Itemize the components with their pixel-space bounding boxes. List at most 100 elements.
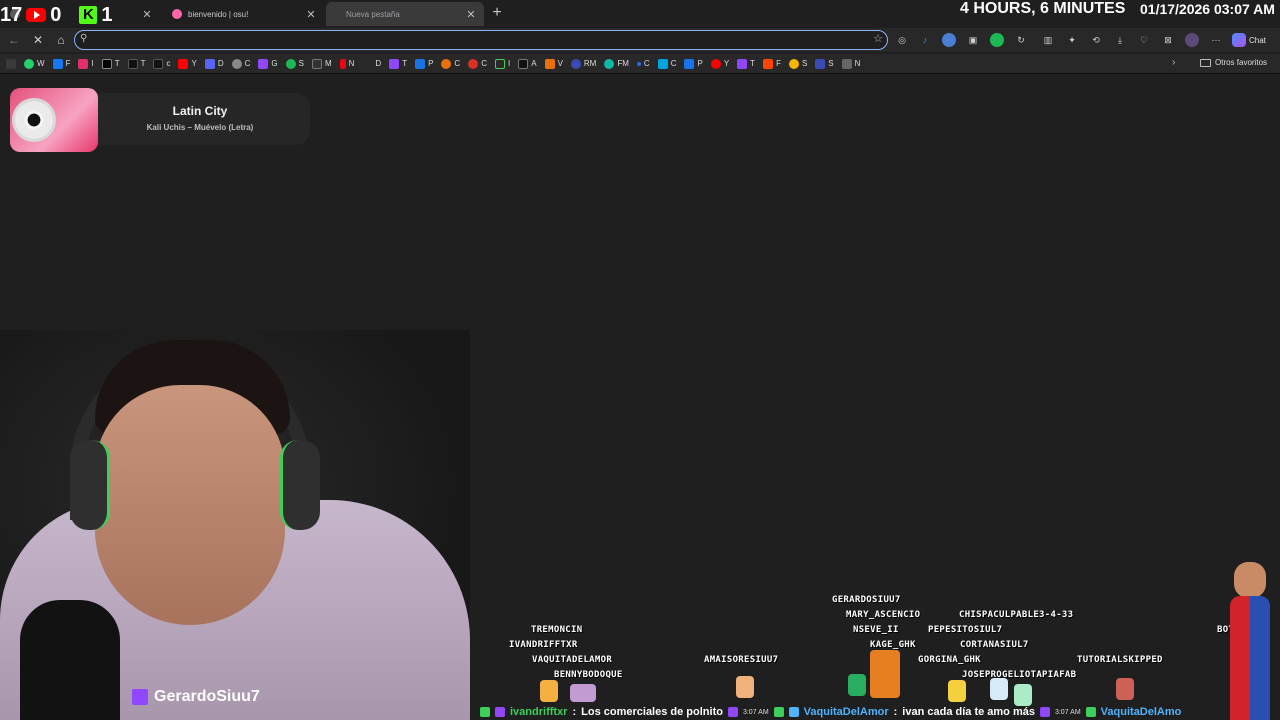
bookmark-icon: [178, 58, 189, 69]
avatar-sprite: [736, 676, 754, 698]
bookmark-item[interactable]: T: [389, 58, 407, 69]
bookmark-icon: [204, 58, 215, 69]
tab-title: Nueva pestaña: [346, 9, 400, 19]
back-arrow-icon[interactable]: ←: [6, 32, 22, 48]
twitch-icon: [132, 689, 148, 705]
bookmark-item[interactable]: A: [518, 58, 537, 69]
bookmark-item[interactable]: D: [362, 58, 381, 69]
other-bookmarks-folder[interactable]: Otros favoritos: [1200, 58, 1267, 67]
close-icon[interactable]: ✕: [464, 8, 478, 21]
bookmark-item[interactable]: C: [441, 58, 460, 69]
chat-button[interactable]: Chat: [1232, 31, 1266, 49]
bookmark-item[interactable]: S: [285, 58, 304, 69]
tab-new-tab[interactable]: Nueva pestaña ✕: [326, 2, 484, 26]
new-tab-button[interactable]: +: [488, 5, 506, 23]
bookmark-icon: [788, 58, 799, 69]
close-icon[interactable]: ✕: [304, 8, 318, 21]
bookmark-icon: [258, 58, 269, 69]
bookmark-item[interactable]: D: [204, 58, 224, 69]
bookmarks-bar: W F I T T c Y D C G S M N D T P C C I A …: [0, 54, 1280, 74]
bookmark-icon: [684, 58, 695, 69]
bookmark-item[interactable]: F: [52, 58, 70, 69]
extensions-puzzle-icon[interactable]: ✦: [1065, 33, 1079, 47]
stop-icon[interactable]: ✕: [30, 32, 46, 48]
profile-avatar[interactable]: [1185, 33, 1199, 47]
copilot-icon: [1232, 33, 1246, 47]
bookmark-item[interactable]: C: [636, 59, 650, 68]
chat-ticker: ivandrifftxr : Los comerciales de polnit…: [480, 704, 1280, 720]
bookmark-item[interactable]: I: [494, 58, 510, 69]
bookmark-item[interactable]: N: [841, 58, 860, 69]
bookmark-item[interactable]: C: [231, 58, 250, 69]
close-icon[interactable]: ✕: [140, 8, 154, 21]
bookmark-item[interactable]: P: [684, 58, 703, 69]
bookmark-star-icon[interactable]: ☆: [873, 32, 883, 45]
counter-youtube: 0: [26, 4, 61, 27]
bookmark-item[interactable]: P: [415, 58, 433, 69]
badge-icon: [480, 707, 490, 717]
bookmark-item[interactable]: W: [24, 58, 45, 69]
chevron-right-icon[interactable]: ›: [1172, 57, 1175, 68]
bookmark-icon: [78, 58, 89, 69]
chat-message: Los comerciales de polnito: [581, 706, 723, 718]
bookmark-item[interactable]: T: [737, 58, 755, 69]
bookmark-item[interactable]: Y: [710, 58, 729, 69]
extension-green-icon[interactable]: [990, 33, 1004, 47]
avatar-sprite: [870, 650, 900, 698]
avatar-sprite: [540, 680, 558, 702]
bookmark-item[interactable]: T: [101, 58, 120, 69]
bookmark-item[interactable]: M: [311, 58, 332, 69]
chat-time: 3:07 AM: [742, 708, 769, 716]
extension-square-icon[interactable]: ▣: [966, 33, 980, 47]
bookmark-item[interactable]: RM: [570, 58, 596, 69]
translate-icon[interactable]: ⊠: [1161, 33, 1175, 47]
bookmark-item[interactable]: S: [788, 58, 807, 69]
extension-globe-icon[interactable]: [942, 33, 956, 47]
bookmark-item[interactable]: V: [544, 58, 563, 69]
bookmark-icon: [841, 58, 852, 69]
history-icon[interactable]: ⟲: [1089, 33, 1103, 47]
bookmark-item[interactable]: FM: [604, 58, 629, 69]
stream-avatar-name: IVANDRIFFTXR: [509, 640, 578, 650]
bookmark-icon: [415, 58, 426, 69]
tab-title: bienvenido | osu!: [188, 9, 249, 19]
stream-timer: 4 HOURS, 6 MINUTES: [960, 0, 1126, 17]
extension-audio-icon[interactable]: ♪: [918, 33, 932, 47]
bookmark-item[interactable]: Y: [178, 58, 197, 69]
bookmark-item[interactable]: C: [468, 58, 487, 69]
kick-icon: K: [79, 6, 98, 24]
home-icon[interactable]: ⌂: [53, 32, 69, 48]
bookmarks-apps-icon[interactable]: [6, 58, 16, 69]
address-bar[interactable]: ⚲ ☆: [74, 30, 888, 50]
bookmark-icon: [737, 58, 748, 69]
stream-avatar-name: CORTANASIUL7: [960, 640, 1029, 650]
avatar-sprite: [1014, 684, 1032, 706]
bookmark-item[interactable]: S: [815, 58, 834, 69]
bookmark-icon: [389, 58, 400, 69]
bookmark-item[interactable]: G: [258, 58, 278, 69]
bookmark-item[interactable]: I: [78, 58, 94, 69]
download-icon[interactable]: ⤓: [1113, 33, 1127, 47]
chat-username: VaquitaDelAmor: [803, 706, 889, 718]
sidebar-icon[interactable]: ▥: [1041, 33, 1055, 47]
menu-icon[interactable]: ⋯: [1209, 33, 1223, 47]
webcam-feed: [0, 330, 470, 720]
headset-earcup-right: [280, 440, 320, 530]
bookmark-item[interactable]: T: [127, 58, 145, 69]
stream-counters: 17 0 K1: [0, 0, 113, 30]
extension-gamepad-icon[interactable]: ◎: [895, 33, 909, 47]
tab-osu[interactable]: bienvenido | osu! ✕: [162, 2, 324, 26]
extension-refresh-icon[interactable]: ↻: [1014, 33, 1028, 47]
bookmark-icon: [311, 58, 322, 69]
now-playing-artist: Kali Uchis – Muévelo (Letra): [146, 123, 254, 132]
bookmark-icon: [518, 58, 529, 69]
performance-icon[interactable]: ♡: [1137, 33, 1151, 47]
address-input[interactable]: [95, 32, 855, 48]
bookmark-item[interactable]: F: [763, 58, 781, 69]
bookmark-item[interactable]: N: [339, 58, 354, 69]
bookmark-item[interactable]: c: [153, 58, 170, 69]
counter-viewers: 17: [0, 3, 23, 26]
bookmark-item[interactable]: C: [657, 58, 676, 69]
stream-avatar-name: PEPESITOSIUL7: [928, 625, 1003, 635]
stream-avatar-name: VAQUITADELAMOR: [532, 655, 613, 665]
